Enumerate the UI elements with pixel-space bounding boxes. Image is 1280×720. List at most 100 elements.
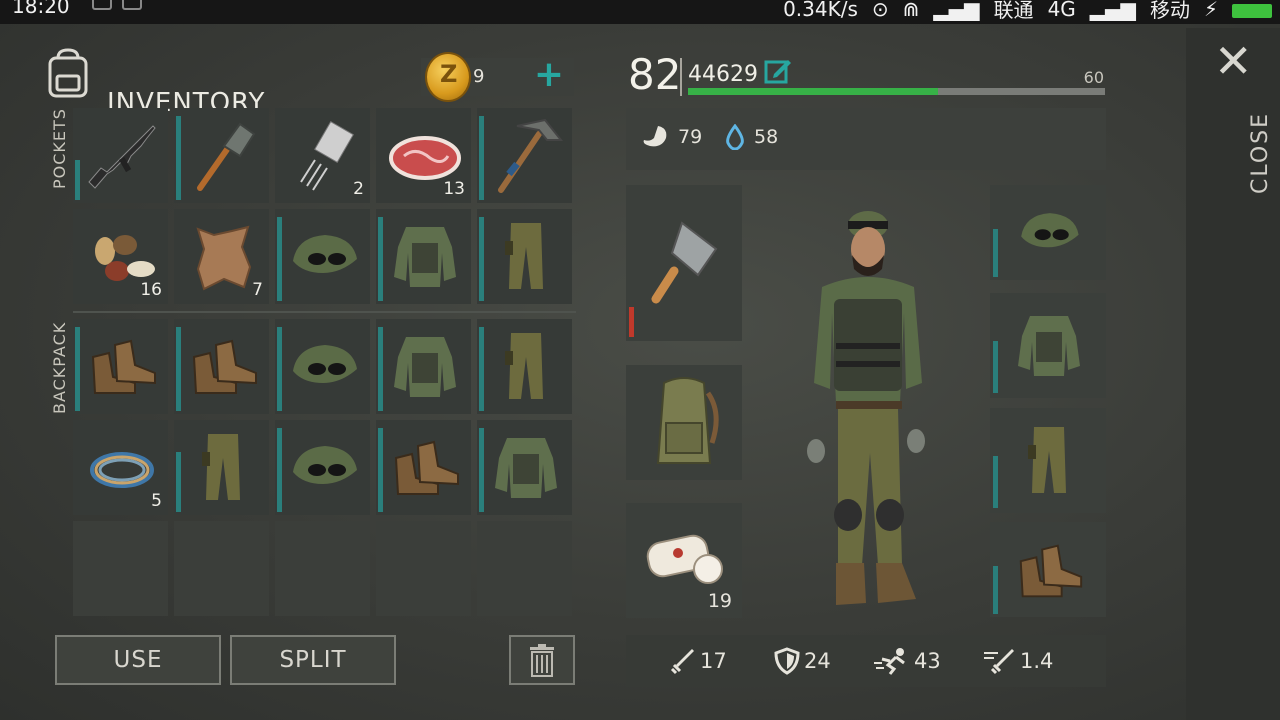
level-divider <box>680 58 682 96</box>
animal-hide-icon <box>196 225 252 291</box>
assault-rifle-icon <box>88 125 156 189</box>
backpack-slot-vest[interactable] <box>376 319 471 414</box>
attack-value: 17 <box>700 649 727 673</box>
add-coins-button[interactable]: + <box>534 54 564 95</box>
bandage-icon <box>646 534 723 584</box>
pocket-slot-transistor[interactable]: 2 <box>275 108 370 203</box>
experience-value: 44629 <box>688 62 758 87</box>
close-label[interactable]: CLOSE <box>1248 112 1273 194</box>
close-icon[interactable]: ✕ <box>1214 38 1253 84</box>
pocket-slot-pants[interactable] <box>477 209 572 304</box>
medical-slot[interactable]: 19 <box>626 503 742 618</box>
backpack-slot-boots[interactable] <box>376 420 471 515</box>
head-slot[interactable] <box>990 185 1106 280</box>
shovel-icon <box>197 122 256 191</box>
water-value: 58 <box>754 126 779 148</box>
close-panel[interactable]: ✕ CLOSE <box>1186 28 1280 720</box>
backpack-slot[interactable] <box>626 365 742 480</box>
signal-icon: ▂▄▆ <box>933 0 980 21</box>
pickaxe-icon <box>498 118 564 193</box>
pockets-grid: 2 13 16 7 <box>73 108 572 304</box>
backpack-slot-pants[interactable] <box>477 319 572 414</box>
edit-icon[interactable] <box>764 58 792 84</box>
pocket-slot-hide[interactable]: 7 <box>174 209 269 304</box>
pocket-slot-cap[interactable] <box>275 209 370 304</box>
pocket-slot-shovel[interactable] <box>174 108 269 203</box>
notification-icon <box>92 0 112 10</box>
camo-vest-icon <box>495 438 557 498</box>
inventory-panel: INVENTORY Z 9 + POCKETS BACKPACK 2 13 16… <box>40 28 588 692</box>
food-stat: 79 <box>640 124 702 150</box>
pocket-slot-meat[interactable]: 13 <box>376 108 471 203</box>
network-speed: 0.34K/s <box>783 0 858 21</box>
experience-bar <box>688 88 1105 95</box>
empty-slot[interactable] <box>73 521 168 616</box>
transistor-icon <box>300 120 354 191</box>
wifi-icon: ⋒ <box>902 0 920 21</box>
backpack-slot-boots[interactable] <box>174 319 269 414</box>
wire-icon <box>90 452 154 488</box>
item-quantity: 7 <box>252 280 263 300</box>
backpack-icon <box>48 48 88 98</box>
empty-slot[interactable] <box>376 521 471 616</box>
weapon-speed-value: 1.4 <box>1020 649 1054 673</box>
camo-vest-icon <box>1018 316 1080 376</box>
running-icon <box>874 648 905 675</box>
backpack-slot-cap[interactable] <box>275 319 370 414</box>
signal-icon: ▂▄▆ <box>1089 0 1136 21</box>
defense-value: 24 <box>804 649 831 673</box>
backpack-grid: 5 <box>73 319 572 616</box>
boots-icon <box>394 440 459 495</box>
backpack-slot-vest[interactable] <box>477 420 572 515</box>
boots-icon <box>91 339 156 394</box>
pocket-slot-nuts[interactable]: 16 <box>73 209 168 304</box>
speed-stat: 43 <box>874 647 941 675</box>
character-panel: 82 44629 60 79 58 19 17 24 43 1.4 <box>626 28 1106 692</box>
character-model <box>807 211 925 605</box>
weapon-speed-stat: 1.4 <box>984 647 1053 675</box>
backpack-slot-cap[interactable] <box>275 420 370 515</box>
combat-stats: 17 24 43 1.4 <box>626 635 1106 687</box>
boots-icon <box>1019 544 1083 598</box>
item-quantity: 13 <box>443 179 465 199</box>
alarm-icon: ⊙ <box>871 0 889 21</box>
water-stat: 58 <box>724 124 778 150</box>
food-value: 79 <box>678 126 703 148</box>
speed-value: 43 <box>914 649 941 673</box>
pocket-slot-pickaxe[interactable] <box>477 108 572 203</box>
body-slot[interactable] <box>990 293 1106 398</box>
camo-pants-icon <box>1028 427 1066 493</box>
experience-bar-fill <box>688 88 939 95</box>
pocket-slot-rifle[interactable] <box>73 108 168 203</box>
status-bar: 18:20 0.34K/s ⊙ ⋒ ▂▄▆ 联通 4G ▂▄▆ 移动 ⚡ <box>0 0 1280 24</box>
trash-button[interactable] <box>509 635 575 685</box>
camo-pants-icon <box>505 333 543 399</box>
notification-icon <box>122 0 142 10</box>
camo-vest-icon <box>394 337 456 397</box>
backpack-slot-wire[interactable]: 5 <box>73 420 168 515</box>
backpack-item-icon <box>656 377 719 464</box>
use-button[interactable]: USE <box>55 635 221 685</box>
empty-slot[interactable] <box>174 521 269 616</box>
weapon-slot[interactable] <box>626 185 742 341</box>
camo-pants-icon <box>505 223 543 289</box>
player-level: 82 <box>628 50 682 99</box>
boots-icon <box>192 339 257 394</box>
water-drop-icon <box>726 124 744 150</box>
split-button[interactable]: SPLIT <box>230 635 396 685</box>
trash-icon <box>530 644 554 677</box>
coin-count: 9 <box>473 66 485 87</box>
sword-icon <box>670 649 694 675</box>
empty-slot[interactable] <box>275 521 370 616</box>
sword-speed-icon <box>984 649 1014 675</box>
legs-slot[interactable] <box>990 408 1106 513</box>
attack-stat: 17 <box>668 647 727 675</box>
empty-slot[interactable] <box>477 521 572 616</box>
backpack-slot-pants[interactable] <box>174 420 269 515</box>
backpack-slot-boots[interactable] <box>73 319 168 414</box>
feet-slot[interactable] <box>990 522 1106 617</box>
defense-stat: 24 <box>774 647 831 675</box>
pocket-slot-vest[interactable] <box>376 209 471 304</box>
stomach-icon <box>643 126 667 147</box>
cleaver-icon <box>651 221 718 304</box>
